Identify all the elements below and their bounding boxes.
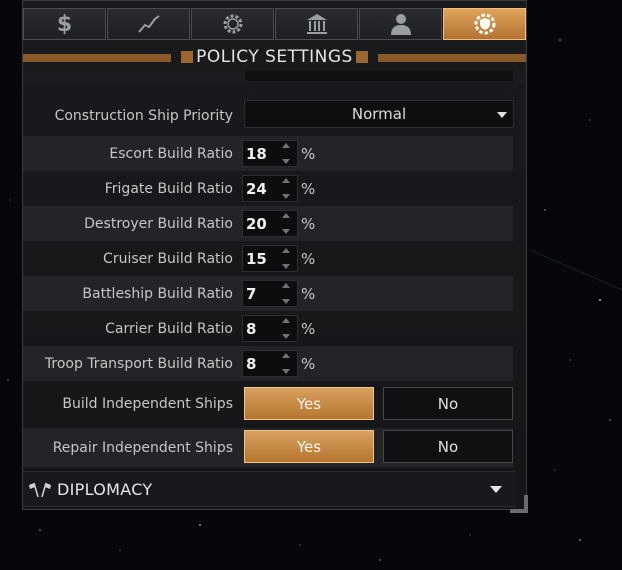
percent-unit: % bbox=[301, 250, 316, 268]
repair-independent-no-button[interactable]: No bbox=[383, 430, 513, 463]
percent-unit: % bbox=[301, 215, 316, 233]
percent-unit: % bbox=[301, 145, 316, 163]
header-square-right bbox=[356, 51, 368, 63]
diplomacy-title: DIPLOMACY bbox=[57, 479, 153, 499]
tab-policy[interactable] bbox=[443, 8, 526, 40]
tab-bar: $ bbox=[23, 8, 526, 40]
build-independent-row: Build Independent Ships Yes No bbox=[23, 385, 513, 422]
escort-ratio-stepper[interactable]: 18 bbox=[242, 140, 298, 167]
tab-economy[interactable] bbox=[107, 8, 190, 40]
tab-industry[interactable] bbox=[191, 8, 274, 40]
chevron-down-icon bbox=[497, 112, 507, 118]
construction-priority-row: Construction Ship Priority Normal bbox=[23, 98, 514, 133]
build-independent-yes-button[interactable]: Yes bbox=[244, 387, 374, 420]
dollar-icon: $ bbox=[56, 11, 73, 37]
government-building-icon bbox=[306, 14, 327, 34]
increment-icon[interactable] bbox=[282, 318, 290, 323]
decrement-icon[interactable] bbox=[282, 229, 290, 234]
partially-hidden-field bbox=[245, 71, 513, 81]
battleship-ratio-stepper[interactable]: 7 bbox=[242, 280, 298, 307]
ratio-value[interactable]: 8 bbox=[243, 355, 276, 373]
build-independent-label: Build Independent Ships bbox=[62, 395, 233, 412]
construction-priority-value: Normal bbox=[351, 105, 407, 123]
ratio-value[interactable]: 24 bbox=[243, 180, 276, 198]
chart-line-icon bbox=[137, 15, 160, 33]
diplomacy-section-header[interactable]: DIPLOMACY bbox=[23, 471, 516, 507]
destroyer-ratio-row: Destroyer Build Ratio 20 % bbox=[23, 206, 513, 241]
repair-independent-label: Repair Independent Ships bbox=[52, 439, 233, 456]
ratio-value[interactable]: 8 bbox=[243, 320, 276, 338]
header-bar-right bbox=[378, 54, 526, 62]
increment-icon[interactable] bbox=[282, 213, 290, 218]
decrement-icon[interactable] bbox=[282, 369, 290, 374]
destroyer-ratio-stepper[interactable]: 20 bbox=[242, 210, 298, 237]
shield-gear-icon bbox=[474, 13, 495, 35]
ratio-label: Carrier Build Ratio bbox=[105, 320, 233, 337]
increment-icon[interactable] bbox=[282, 248, 290, 253]
construction-priority-label: Construction Ship Priority bbox=[54, 107, 233, 124]
ratio-value[interactable]: 7 bbox=[243, 285, 276, 303]
decrement-icon[interactable] bbox=[282, 194, 290, 199]
policy-panel: $ POLICY SETTINGS Construction Ship Prio… bbox=[22, 0, 527, 510]
ratio-label: Cruiser Build Ratio bbox=[103, 250, 233, 267]
flags-icon bbox=[29, 482, 51, 497]
decrement-icon[interactable] bbox=[282, 264, 290, 269]
cruiser-ratio-row: Cruiser Build Ratio 15 % bbox=[23, 241, 513, 276]
increment-icon[interactable] bbox=[282, 283, 290, 288]
carrier-ratio-stepper[interactable]: 8 bbox=[242, 315, 298, 342]
frigate-ratio-row: Frigate Build Ratio 24 % bbox=[23, 171, 513, 206]
ratio-value[interactable]: 15 bbox=[243, 250, 276, 268]
percent-unit: % bbox=[301, 180, 316, 198]
section-header: POLICY SETTINGS bbox=[23, 47, 526, 68]
ratio-label: Frigate Build Ratio bbox=[104, 180, 233, 197]
decrement-icon[interactable] bbox=[282, 299, 290, 304]
frigate-ratio-stepper[interactable]: 24 bbox=[242, 175, 298, 202]
increment-icon[interactable] bbox=[282, 143, 290, 148]
ratio-label: Battleship Build Ratio bbox=[82, 285, 233, 302]
troop-transport-ratio-stepper[interactable]: 8 bbox=[242, 350, 298, 377]
ratio-value[interactable]: 18 bbox=[243, 145, 276, 163]
ratio-label: Troop Transport Build Ratio bbox=[44, 355, 233, 372]
escort-ratio-row: Escort Build Ratio 18 % bbox=[23, 136, 513, 171]
resize-handle-icon[interactable] bbox=[508, 493, 530, 515]
tab-finance[interactable]: $ bbox=[23, 8, 106, 40]
build-independent-no-button[interactable]: No bbox=[383, 387, 513, 420]
partially-hidden-row bbox=[23, 71, 526, 83]
tab-characters[interactable] bbox=[359, 8, 442, 40]
decrement-icon[interactable] bbox=[282, 334, 290, 339]
tab-government[interactable] bbox=[275, 8, 358, 40]
ratio-value[interactable]: 20 bbox=[243, 215, 276, 233]
increment-icon[interactable] bbox=[282, 353, 290, 358]
troop-transport-ratio-row: Troop Transport Build Ratio 8 % bbox=[23, 346, 513, 381]
construction-priority-dropdown[interactable]: Normal bbox=[244, 100, 514, 128]
repair-independent-row: Repair Independent Ships Yes No bbox=[23, 428, 513, 467]
percent-unit: % bbox=[301, 285, 316, 303]
gear-dollar-icon bbox=[223, 14, 242, 34]
battleship-ratio-row: Battleship Build Ratio 7 % bbox=[23, 276, 513, 311]
chevron-down-icon[interactable] bbox=[490, 486, 502, 493]
percent-unit: % bbox=[301, 355, 316, 373]
carrier-ratio-row: Carrier Build Ratio 8 % bbox=[23, 311, 513, 346]
ratio-label: Destroyer Build Ratio bbox=[84, 215, 233, 232]
ratio-label: Escort Build Ratio bbox=[109, 145, 233, 162]
person-icon bbox=[390, 14, 411, 35]
percent-unit: % bbox=[301, 320, 316, 338]
cruiser-ratio-stepper[interactable]: 15 bbox=[242, 245, 298, 272]
decrement-icon[interactable] bbox=[282, 159, 290, 164]
increment-icon[interactable] bbox=[282, 178, 290, 183]
repair-independent-yes-button[interactable]: Yes bbox=[244, 430, 374, 463]
